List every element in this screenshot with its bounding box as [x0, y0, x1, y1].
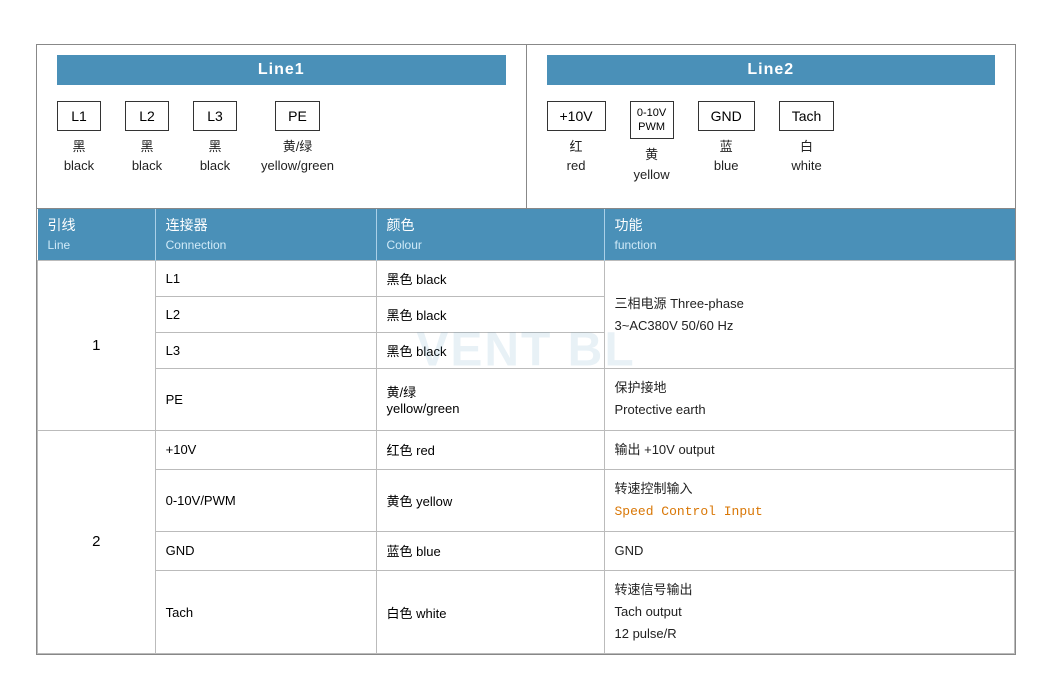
th-colour: 颜色Colour	[376, 209, 604, 261]
function-pe: 保护接地Protective earth	[604, 369, 1015, 430]
top-section: Line1 L1 黑black L2 黑black L3 黑black	[37, 45, 1015, 210]
color-10v: 红色 red	[376, 430, 604, 469]
color-tach: 白色 white	[376, 570, 604, 653]
connector-l3: L3 黑black	[193, 101, 237, 176]
color-gnd: 蓝色 blue	[376, 531, 604, 570]
connection-10v: +10V	[155, 430, 376, 469]
line2-block: Line2 +10V 红red 0-10VPWM 黄yellow GND 蓝bl…	[527, 45, 1016, 209]
line2-connectors: +10V 红red 0-10VPWM 黄yellow GND 蓝blue Tac…	[547, 101, 996, 185]
line1-header: Line1	[57, 55, 506, 85]
table-row: 2 +10V 红色 red 输出 +10V output	[38, 430, 1015, 469]
table-row: 1 L1 黑色 black 三相电源 Three-phase3~AC380V 5…	[38, 261, 1015, 297]
connection-pe: PE	[155, 369, 376, 430]
function-gnd: GND	[604, 531, 1015, 570]
connector-pe: PE 黄/绿yellow/green	[261, 101, 334, 176]
color-l2: 黑色 black	[376, 297, 604, 333]
connection-l2: L2	[155, 297, 376, 333]
connector-l1: L1 黑black	[57, 101, 101, 176]
connector-label-l1: 黑black	[64, 137, 94, 176]
connector-label-l2: 黑black	[132, 137, 162, 176]
function-pwm: 转速控制输入 Speed Control Input	[604, 469, 1015, 531]
connector-box-pwm: 0-10VPWM	[630, 101, 674, 140]
connection-pwm: 0-10V/PWM	[155, 469, 376, 531]
color-l1: 黑色 black	[376, 261, 604, 297]
table-header: 引线Line 连接器Connection 颜色Colour 功能function	[38, 209, 1015, 261]
th-line: 引线Line	[38, 209, 156, 261]
function-10v: 输出 +10V output	[604, 430, 1015, 469]
color-l3: 黑色 black	[376, 333, 604, 369]
table-row: Tach 白色 white 转速信号输出 Tach output 12 puls…	[38, 570, 1015, 653]
table-section: 引线Line 连接器Connection 颜色Colour 功能function…	[37, 209, 1015, 654]
connector-l2: L2 黑black	[125, 101, 169, 176]
line1-block: Line1 L1 黑black L2 黑black L3 黑black	[37, 45, 527, 209]
main-table: 引线Line 连接器Connection 颜色Colour 功能function…	[37, 209, 1015, 654]
connector-10v: +10V 红red	[547, 101, 606, 176]
main-container: VENT BL Line1 L1 黑black L2 黑black L3 黑	[36, 44, 1016, 655]
connector-box-tach: Tach	[779, 101, 835, 131]
connector-pwm: 0-10VPWM 黄yellow	[630, 101, 674, 185]
table-row: PE 黄/绿yellow/green 保护接地Protective earth	[38, 369, 1015, 430]
connector-label-tach: 白white	[791, 137, 821, 176]
table-body: 1 L1 黑色 black 三相电源 Three-phase3~AC380V 5…	[38, 261, 1015, 654]
connector-gnd: GND 蓝blue	[698, 101, 755, 176]
th-function: 功能function	[604, 209, 1015, 261]
connector-label-pe: 黄/绿yellow/green	[261, 137, 334, 176]
color-pe: 黄/绿yellow/green	[376, 369, 604, 430]
line2-header: Line2	[547, 55, 996, 85]
line-number-2: 2	[38, 430, 156, 654]
table-row: GND 蓝色 blue GND	[38, 531, 1015, 570]
function-three-phase: 三相电源 Three-phase3~AC380V 50/60 Hz	[604, 261, 1015, 369]
line1-connectors: L1 黑black L2 黑black L3 黑black PE 黄/绿yell…	[57, 101, 506, 176]
connector-label-l3: 黑black	[200, 137, 230, 176]
th-connection: 连接器Connection	[155, 209, 376, 261]
connector-box-10v: +10V	[547, 101, 606, 131]
connection-l3: L3	[155, 333, 376, 369]
connector-box-l2: L2	[125, 101, 169, 131]
connection-l1: L1	[155, 261, 376, 297]
connector-box-l3: L3	[193, 101, 237, 131]
connection-gnd: GND	[155, 531, 376, 570]
table-row: 0-10V/PWM 黄色 yellow 转速控制输入 Speed Control…	[38, 469, 1015, 531]
connector-tach: Tach 白white	[779, 101, 835, 176]
connector-box-pe: PE	[275, 101, 320, 131]
connector-box-l1: L1	[57, 101, 101, 131]
connector-label-10v: 红red	[567, 137, 586, 176]
connection-tach: Tach	[155, 570, 376, 653]
color-pwm: 黄色 yellow	[376, 469, 604, 531]
function-tach: 转速信号输出 Tach output 12 pulse/R	[604, 570, 1015, 653]
connector-label-pwm: 黄yellow	[634, 145, 670, 184]
connector-label-gnd: 蓝blue	[714, 137, 739, 176]
connector-box-gnd: GND	[698, 101, 755, 131]
line-number-1: 1	[38, 261, 156, 430]
